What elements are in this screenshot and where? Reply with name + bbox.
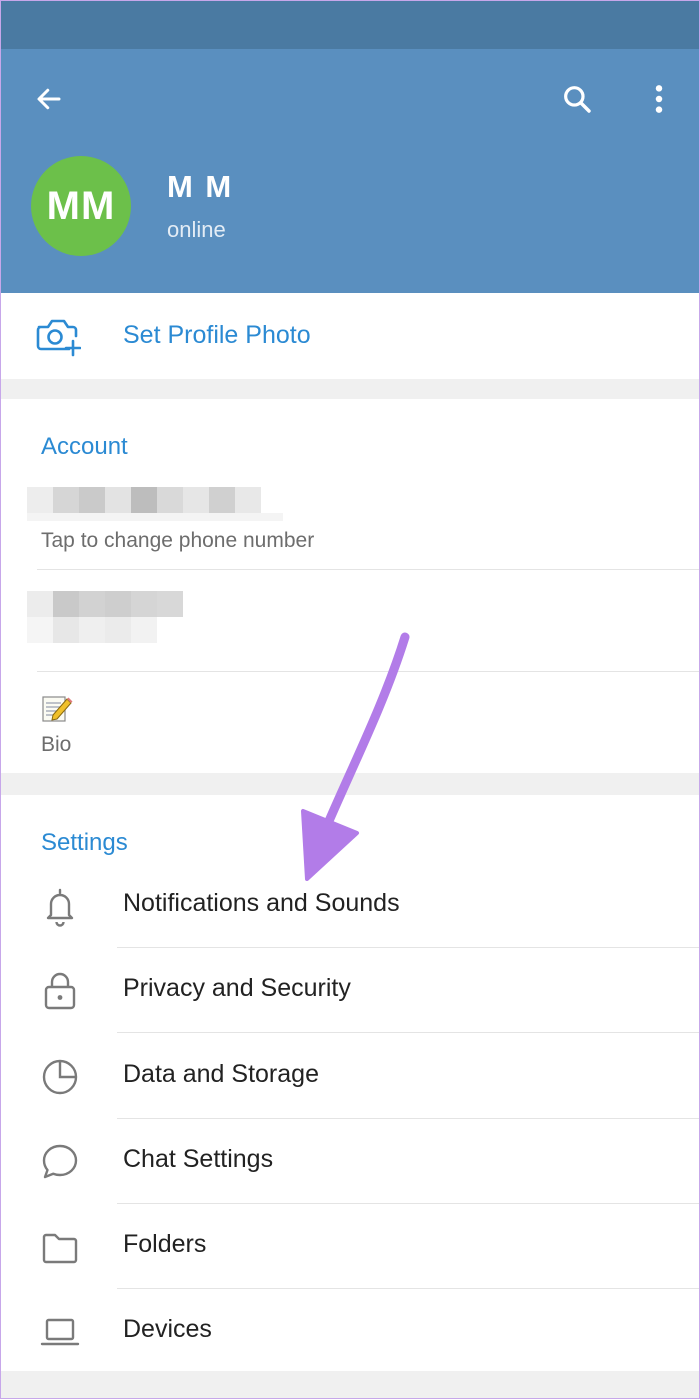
settings-section-title: Settings — [41, 829, 128, 856]
app-screen: MM M M online Set Profile Photo Account … — [0, 0, 700, 1399]
lock-icon — [44, 972, 76, 1010]
camera-add-icon — [36, 319, 81, 357]
status-bar — [1, 1, 699, 49]
account-section-title: Account — [41, 433, 128, 460]
divider — [37, 569, 699, 570]
phone-number-redacted[interactable] — [27, 487, 283, 521]
laptop-icon — [40, 1318, 80, 1346]
back-button[interactable] — [23, 73, 75, 125]
pie-chart-icon — [42, 1059, 78, 1095]
settings-item-privacy[interactable]: Privacy and Security — [1, 948, 699, 1033]
arrow-left-icon — [37, 88, 61, 110]
profile-header: MM M M online — [1, 49, 699, 293]
settings-item-label: Notifications and Sounds — [123, 889, 400, 917]
more-vertical-icon — [655, 85, 663, 113]
settings-item-label: Devices — [123, 1315, 212, 1343]
set-profile-photo-label: Set Profile Photo — [123, 321, 311, 349]
folder-icon — [42, 1233, 78, 1264]
settings-item-devices[interactable]: Devices — [1, 1289, 699, 1374]
settings-item-label: Chat Settings — [123, 1145, 274, 1173]
settings-item-chat[interactable]: Chat Settings — [1, 1119, 699, 1204]
search-button[interactable] — [551, 73, 603, 125]
avatar-initials: MM — [46, 183, 116, 228]
annotation-arrow — [301, 632, 410, 881]
memo-pencil-icon — [42, 696, 73, 722]
settings-item-label: Folders — [123, 1230, 207, 1258]
bio-label: Bio — [41, 733, 72, 756]
avatar[interactable]: MM — [31, 156, 131, 256]
search-icon — [564, 86, 591, 113]
profile-status: online — [167, 217, 226, 242]
username-redacted[interactable] — [27, 591, 185, 643]
profile-name: M M — [167, 169, 234, 204]
bell-icon — [46, 888, 74, 927]
settings-item-data-storage[interactable]: Data and Storage — [1, 1034, 699, 1119]
set-profile-photo-row[interactable]: Set Profile Photo — [1, 293, 699, 379]
settings-item-folders[interactable]: Folders — [1, 1204, 699, 1289]
more-options-button[interactable] — [633, 73, 685, 125]
phone-hint: Tap to change phone number — [41, 529, 315, 552]
divider — [117, 1032, 699, 1033]
settings-item-label: Privacy and Security — [123, 974, 351, 1002]
chat-bubble-icon — [42, 1144, 78, 1179]
settings-item-label: Data and Storage — [123, 1060, 319, 1088]
